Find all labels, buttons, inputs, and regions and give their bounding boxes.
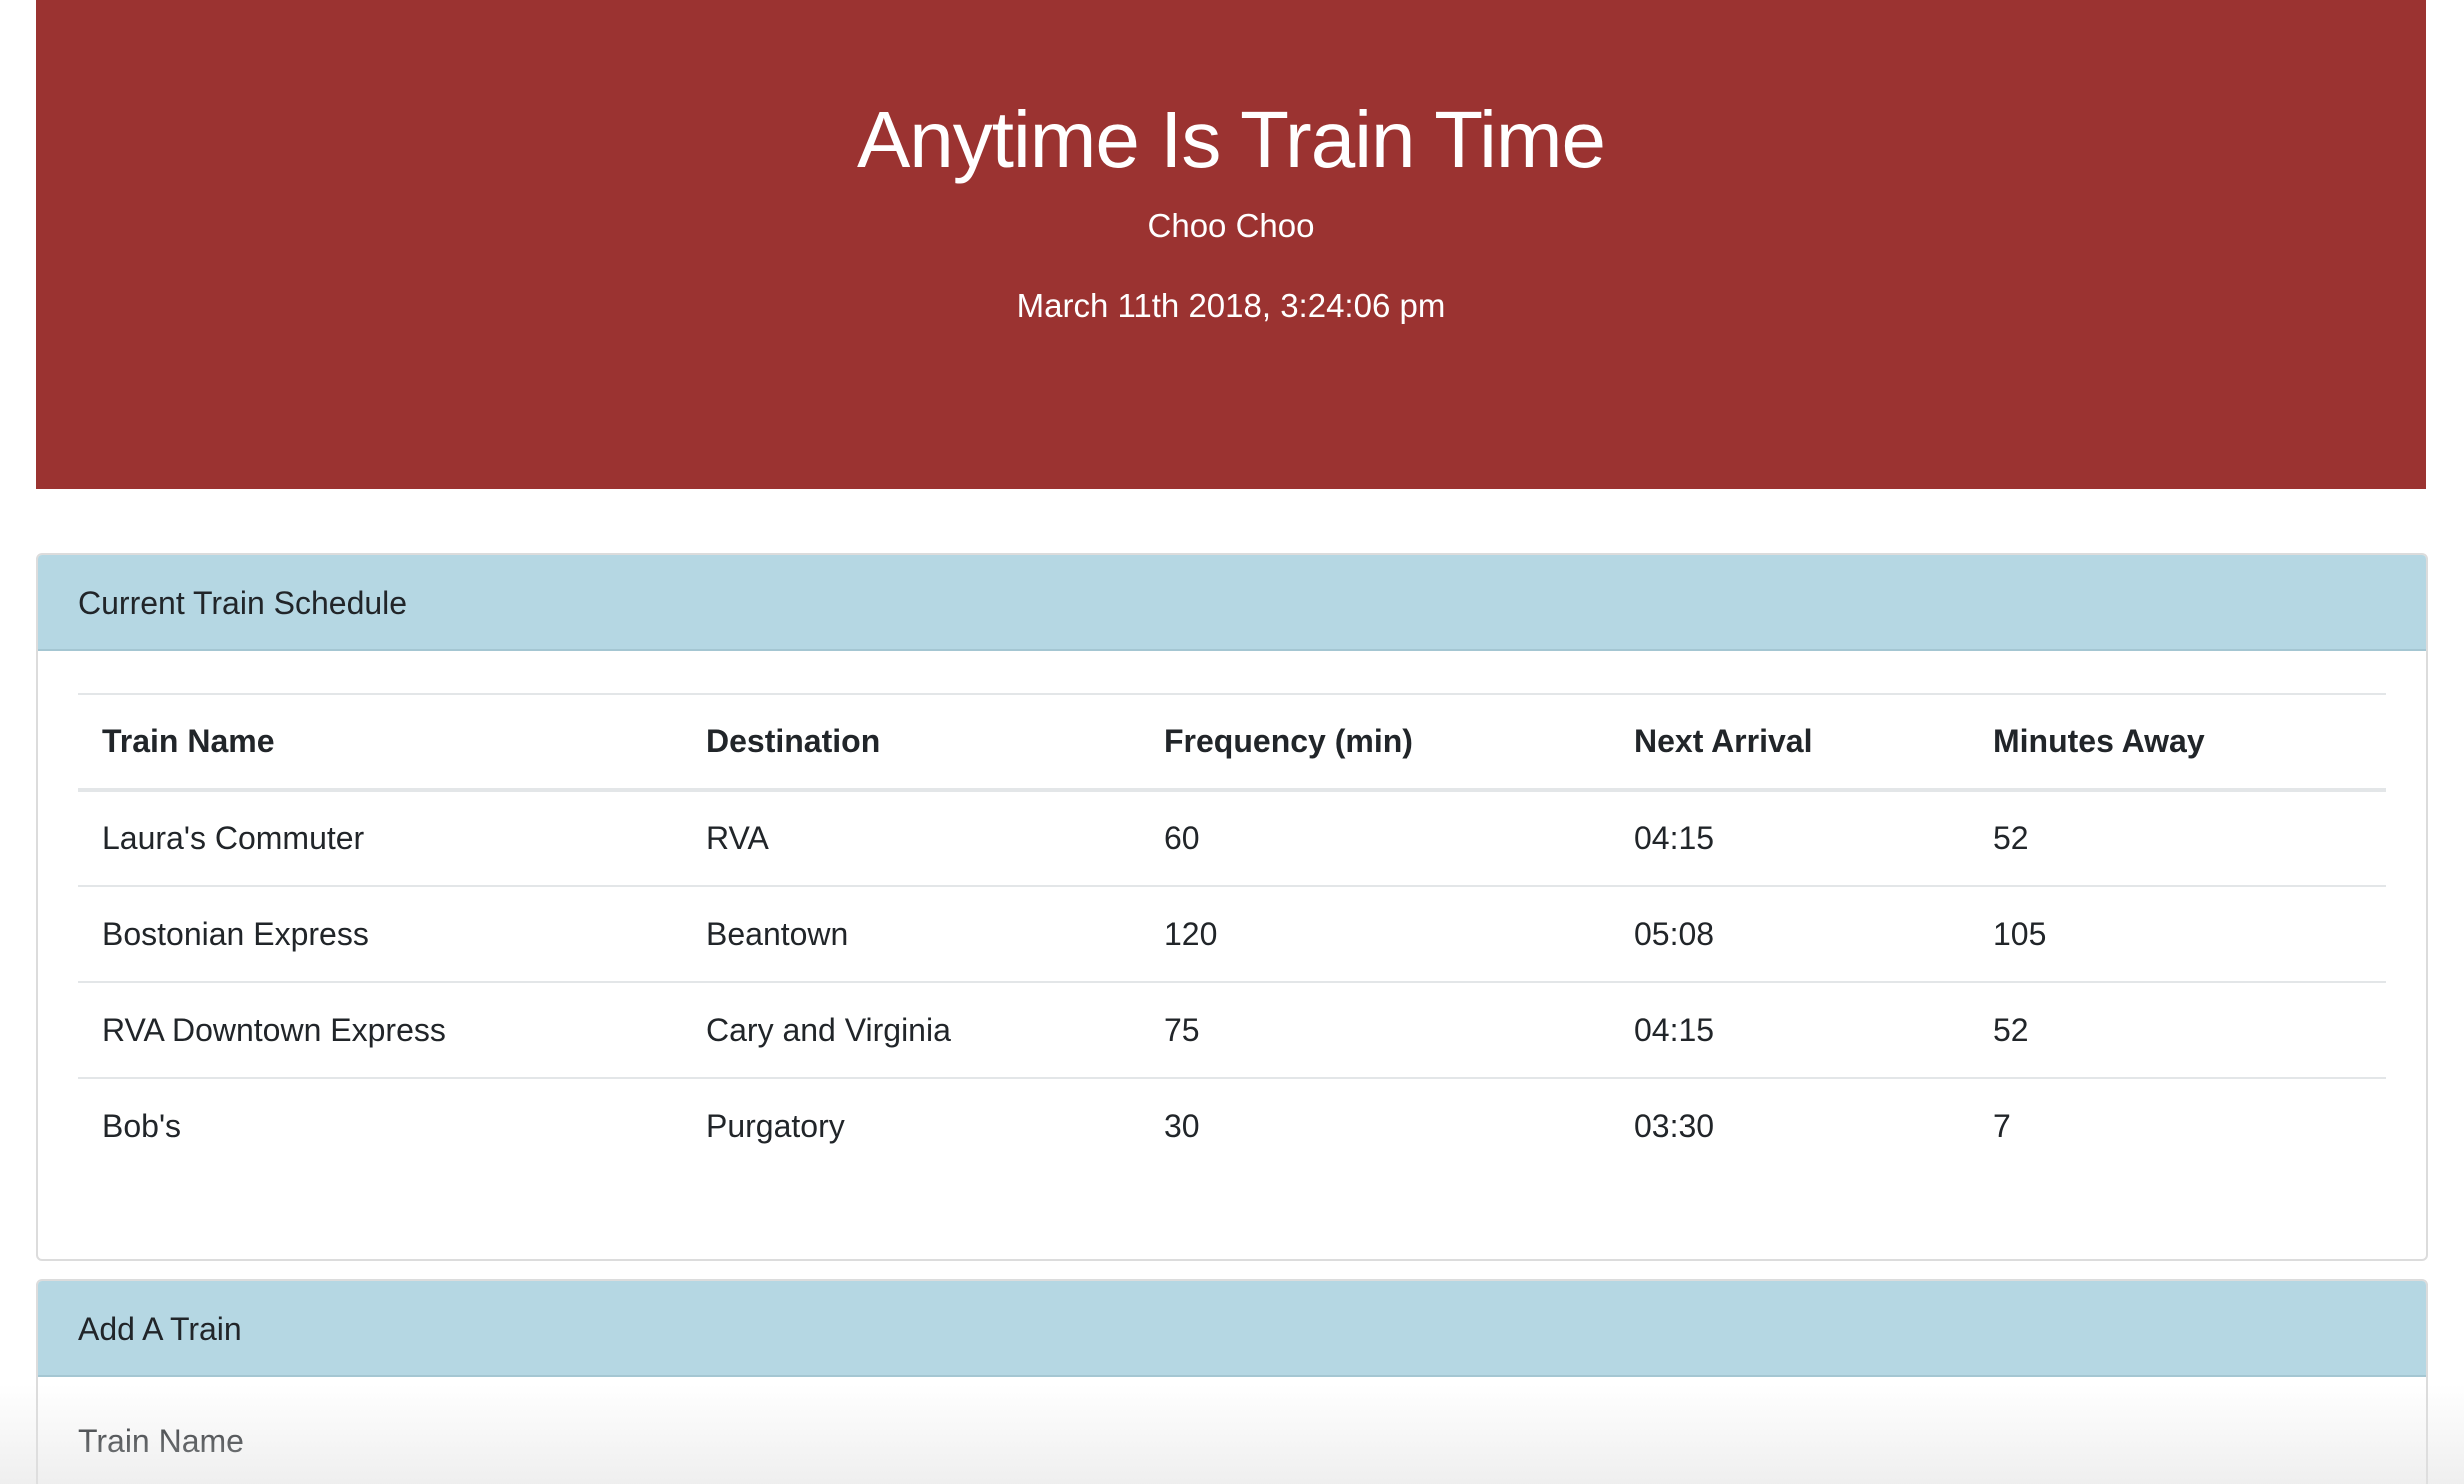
train-schedule-table: Train Name Destination Frequency (min) N… [78, 693, 2386, 1174]
cell-frequency: 60 [1140, 790, 1610, 887]
cell-next-arrival: 05:08 [1610, 886, 1969, 983]
add-train-card: Add A Train Train Name [36, 1279, 2428, 1484]
current-datetime: March 11th 2018, 3:24:06 pm [1016, 287, 1446, 324]
page-title: Anytime Is Train Time [856, 95, 1606, 184]
cell-train-name: Laura's Commuter [78, 790, 682, 887]
table-row: Laura's Commuter RVA 60 04:15 52 [78, 790, 2386, 887]
page-subtitle: Choo Choo [1147, 207, 1315, 244]
cell-destination: Beantown [682, 886, 1140, 983]
train-schedule-table-wrap: Train Name Destination Frequency (min) N… [78, 693, 2386, 1174]
cell-minutes-away: 52 [1969, 982, 2386, 1079]
cell-minutes-away: 105 [1969, 886, 2386, 983]
cell-minutes-away: 52 [1969, 790, 2386, 887]
column-header-next-arrival: Next Arrival [1610, 693, 1969, 792]
table-header-row: Train Name Destination Frequency (min) N… [78, 693, 2386, 792]
column-header-destination: Destination [682, 693, 1140, 792]
train-schedule-card: Current Train Schedule Train Name Destin… [36, 553, 2428, 1261]
column-header-train-name: Train Name [78, 693, 682, 792]
header-banner: Anytime Is Train Time Choo Choo March 11… [36, 0, 2426, 489]
cell-next-arrival: 04:15 [1610, 982, 1969, 1079]
cell-train-name: Bob's [102, 1108, 182, 1144]
cell-next-arrival: 03:30 [1634, 1108, 1715, 1144]
column-header-frequency: Frequency (min) [1140, 693, 1610, 792]
train-schedule-heading: Current Train Schedule [38, 555, 2426, 651]
column-header-minutes-away: Minutes Away [1969, 693, 2386, 792]
cell-frequency: 75 [1140, 982, 1610, 1079]
train-name-label: Train Name [78, 1423, 244, 1459]
cell-next-arrival: 04:15 [1610, 790, 1969, 887]
cell-frequency: 120 [1140, 886, 1610, 983]
table-row: Bostonian Express Beantown 120 05:08 105 [78, 886, 2386, 983]
table-row: Bob's Purgatory 30 03:30 7 [78, 1078, 2386, 1174]
cell-minutes-away: 7 [1993, 1108, 2011, 1144]
cell-destination: Cary and Virginia [682, 982, 1140, 1079]
page: Anytime Is Train Time Choo Choo March 11… [0, 0, 2464, 1484]
cell-train-name: Bostonian Express [78, 886, 682, 983]
table-row: RVA Downtown Express Cary and Virginia 7… [78, 982, 2386, 1079]
cell-train-name: RVA Downtown Express [78, 982, 682, 1079]
add-train-heading: Add A Train [38, 1281, 2426, 1377]
cell-frequency: 30 [1164, 1108, 1200, 1144]
cell-destination: Purgatory [706, 1108, 845, 1144]
cell-destination: RVA [682, 790, 1140, 887]
